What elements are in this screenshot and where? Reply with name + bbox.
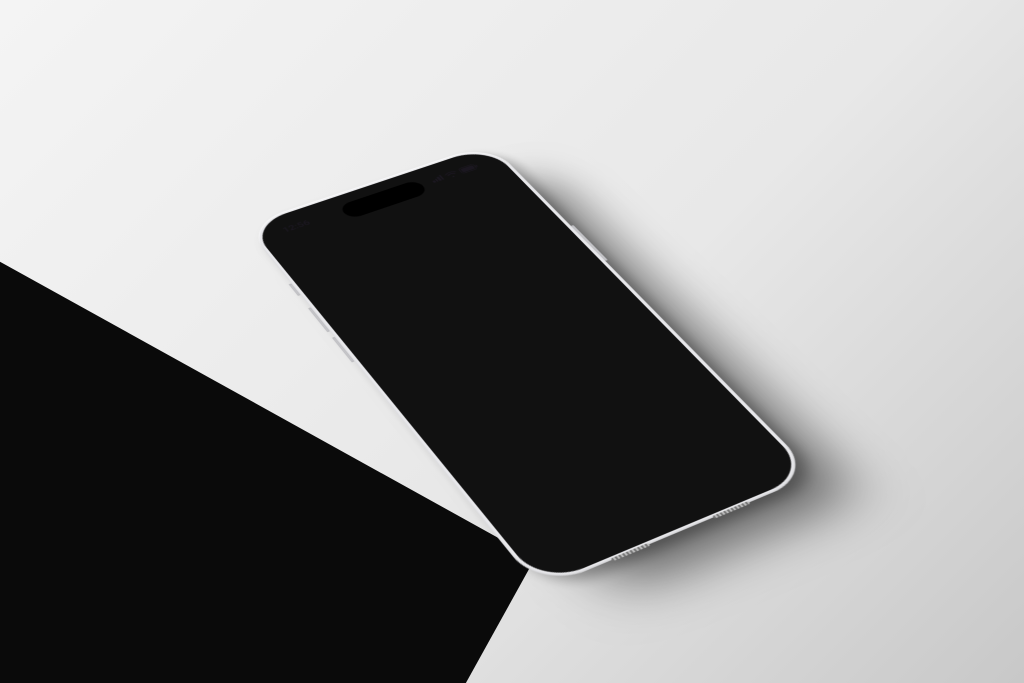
alt-login-label: or Login with bbox=[462, 365, 677, 453]
mute-switch bbox=[289, 283, 301, 296]
eye-icon bbox=[573, 299, 595, 312]
google-icon bbox=[551, 425, 580, 444]
battery-icon bbox=[458, 162, 480, 173]
mockup-stage: 12:56 Serenify bbox=[0, 0, 1024, 683]
power-button bbox=[571, 224, 608, 260]
remember-label: Remember Me bbox=[434, 367, 491, 392]
remember-me[interactable]: Remember Me bbox=[418, 366, 492, 399]
welcome-prefix: Welcome Back to bbox=[349, 276, 453, 319]
speaker-grille bbox=[712, 500, 750, 518]
back-button[interactable] bbox=[295, 235, 333, 259]
phone-scene: 12:56 Serenify bbox=[244, 143, 816, 590]
login-button[interactable]: Login bbox=[431, 330, 662, 436]
toggle-password-button[interactable] bbox=[566, 299, 595, 315]
email-field[interactable] bbox=[385, 267, 564, 337]
remember-checkbox[interactable] bbox=[418, 388, 435, 399]
login-with-google-button[interactable] bbox=[545, 421, 585, 448]
sub-row: Remember Me Forgot Password bbox=[418, 315, 630, 399]
login-button-label: Login bbox=[529, 372, 566, 392]
signal-icon bbox=[430, 174, 445, 182]
apple-icon bbox=[596, 408, 623, 426]
social-login-row bbox=[473, 377, 698, 476]
screen: 12:56 Serenify bbox=[256, 150, 800, 579]
status-bar: 12:56 bbox=[256, 150, 504, 247]
speaker-grille bbox=[611, 542, 651, 560]
status-time: 12:56 bbox=[280, 218, 312, 234]
screen-content: Serenify Welcome Back to Serenify bbox=[276, 172, 801, 579]
forgot-password-link[interactable]: Forgot Password bbox=[565, 316, 628, 343]
volume-up-button bbox=[308, 307, 330, 332]
welcome-appname: Serenify bbox=[446, 260, 498, 284]
status-indicators bbox=[429, 162, 480, 183]
chevron-left-icon bbox=[306, 243, 321, 253]
email-field-wrap bbox=[363, 254, 587, 352]
password-field-wrap bbox=[391, 285, 618, 386]
welcome-heading: Welcome Back to Serenify bbox=[349, 239, 557, 319]
volume-down-button bbox=[332, 336, 355, 362]
wifi-icon bbox=[443, 169, 459, 178]
password-field[interactable] bbox=[413, 307, 573, 371]
phone-frame: 12:56 Serenify bbox=[244, 143, 816, 590]
login-with-apple-button[interactable] bbox=[590, 404, 630, 430]
